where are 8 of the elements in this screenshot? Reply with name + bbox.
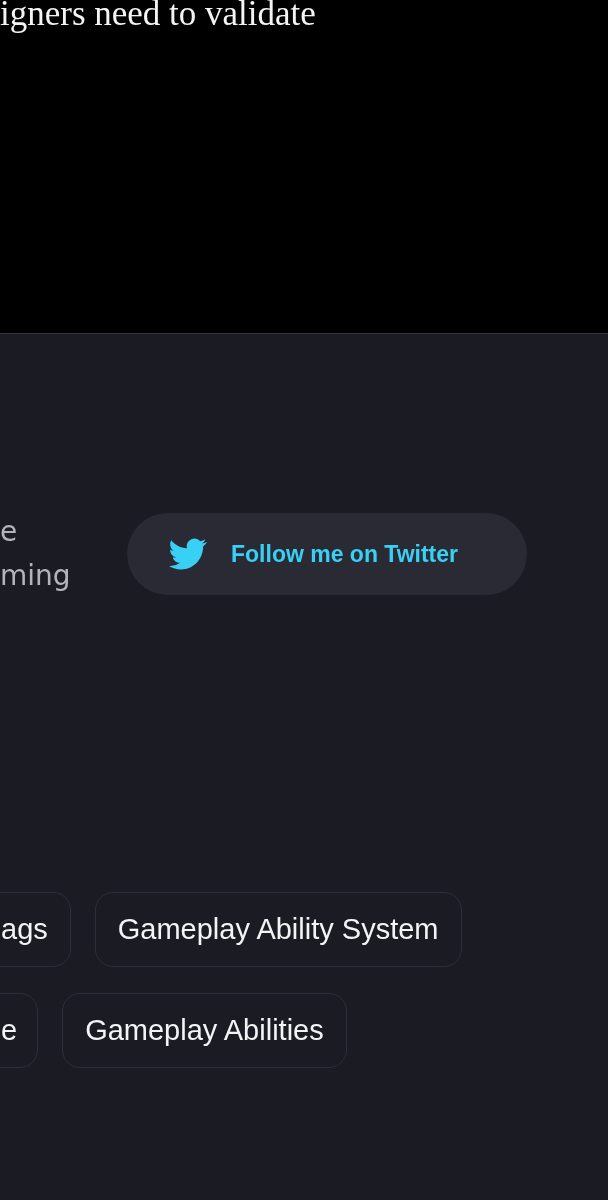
tag-link[interactable]: Gameplay Abilities	[62, 993, 347, 1068]
follow-twitter-button[interactable]: Follow me on Twitter	[127, 513, 527, 595]
tag-link[interactable]: e	[0, 993, 39, 1068]
intro-text: e	[0, 514, 19, 550]
intro-text: ming	[0, 558, 72, 594]
article-text: igners need to validate	[0, 0, 317, 32]
tag-link[interactable]: Gameplay Ability System	[94, 892, 462, 967]
tag-link[interactable]: ags	[0, 892, 71, 967]
